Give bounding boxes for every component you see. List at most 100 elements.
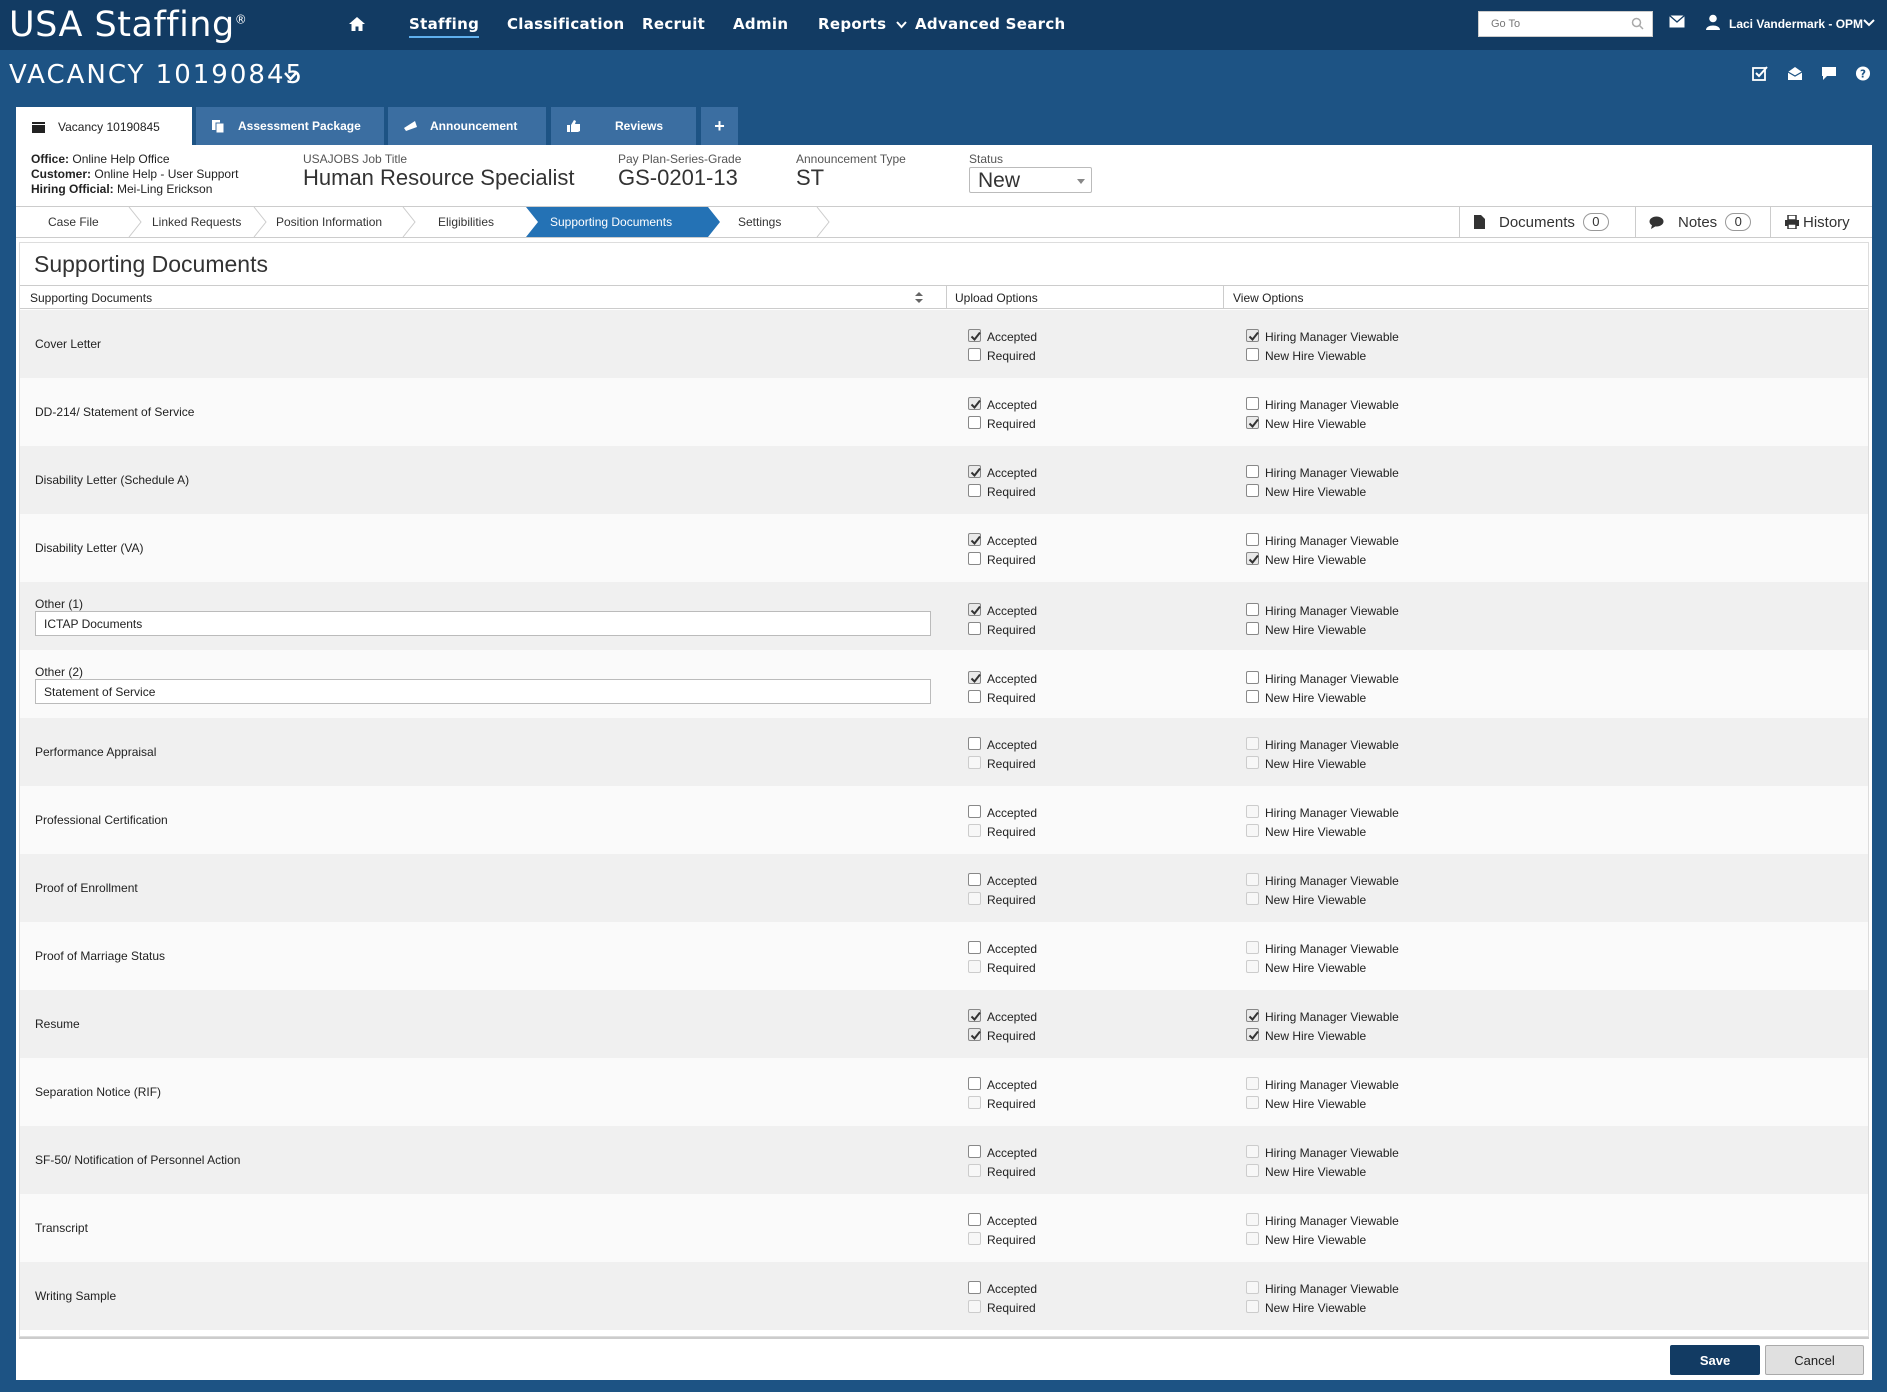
step-case-file[interactable]: Case File bbox=[48, 207, 99, 237]
accepted-checkbox[interactable] bbox=[968, 465, 981, 478]
tab-reviews-label: Reviews bbox=[615, 119, 664, 133]
accepted-checkbox[interactable] bbox=[968, 1009, 981, 1022]
comment-icon[interactable] bbox=[1821, 66, 1837, 81]
hiring-manager-viewable-label: Hiring Manager Viewable bbox=[1265, 1078, 1399, 1092]
chevron-down-icon[interactable] bbox=[1863, 19, 1875, 27]
column-divider bbox=[1223, 286, 1224, 309]
step-linked-requests[interactable]: Linked Requests bbox=[152, 207, 241, 237]
accepted-label: Accepted bbox=[987, 738, 1038, 752]
brand-logo[interactable]: USA Staffing® bbox=[0, 5, 330, 45]
document-name: Disability Letter (VA) bbox=[35, 541, 144, 555]
accepted-checkbox[interactable] bbox=[968, 329, 981, 342]
hiring-manager-viewable-checkbox[interactable] bbox=[1246, 397, 1259, 410]
accepted-checkbox[interactable] bbox=[968, 603, 981, 616]
new-hire-viewable-checkbox[interactable] bbox=[1246, 690, 1259, 703]
accepted-checkbox[interactable] bbox=[968, 533, 981, 546]
col-header-supporting-documents[interactable]: Supporting Documents bbox=[30, 291, 152, 305]
step-separator bbox=[128, 207, 142, 237]
history-button[interactable]: History bbox=[1770, 207, 1872, 237]
accepted-checkbox[interactable] bbox=[968, 737, 981, 750]
notes-button[interactable]: Notes 0 bbox=[1635, 207, 1770, 237]
task-checkbox-icon[interactable] bbox=[1752, 66, 1768, 81]
table-row: Other (1) ICTAP Documents Accepted Required… bbox=[20, 582, 1868, 652]
hiring-manager-viewable-checkbox[interactable] bbox=[1246, 465, 1259, 478]
documents-button[interactable]: Documents 0 bbox=[1459, 207, 1635, 237]
new-hire-viewable-checkbox[interactable] bbox=[1246, 348, 1259, 361]
status-select[interactable]: New bbox=[969, 167, 1092, 193]
nav-admin[interactable]: Admin bbox=[733, 15, 788, 33]
required-label: Required bbox=[987, 757, 1036, 771]
hiring-manager-viewable-checkbox bbox=[1246, 1077, 1259, 1090]
step-position-information[interactable]: Position Information bbox=[276, 207, 382, 237]
search-icon[interactable] bbox=[1631, 17, 1644, 30]
accepted-checkbox[interactable] bbox=[968, 873, 981, 886]
user-name[interactable]: Laci Vandermark - OPM bbox=[1729, 17, 1863, 31]
accepted-checkbox[interactable] bbox=[968, 671, 981, 684]
table-row: Disability Letter (Schedule A) Accepted Re… bbox=[20, 446, 1868, 514]
new-hire-viewable-checkbox[interactable] bbox=[1246, 552, 1259, 565]
hiring-manager-viewable-checkbox[interactable] bbox=[1246, 603, 1259, 616]
hiring-manager-viewable-checkbox bbox=[1246, 941, 1259, 954]
mail-icon[interactable] bbox=[1669, 15, 1685, 28]
tab-announcement[interactable]: Announcement bbox=[388, 107, 546, 145]
required-checkbox[interactable] bbox=[968, 1028, 981, 1041]
accepted-checkbox[interactable] bbox=[968, 1077, 981, 1090]
required-checkbox bbox=[968, 824, 981, 837]
required-checkbox bbox=[968, 1164, 981, 1177]
step-settings[interactable]: Settings bbox=[738, 207, 781, 237]
required-checkbox[interactable] bbox=[968, 552, 981, 565]
sort-icon[interactable] bbox=[915, 292, 923, 303]
home-icon[interactable] bbox=[348, 15, 366, 33]
cancel-button[interactable]: Cancel bbox=[1765, 1345, 1864, 1375]
new-hire-viewable-checkbox[interactable] bbox=[1246, 1028, 1259, 1041]
tab-assessment-package[interactable]: Assessment Package bbox=[196, 107, 384, 145]
required-checkbox bbox=[968, 1232, 981, 1245]
accepted-checkbox[interactable] bbox=[968, 397, 981, 410]
chevron-down-icon[interactable] bbox=[284, 72, 297, 81]
new-hire-viewable-checkbox[interactable] bbox=[1246, 484, 1259, 497]
hiring-manager-viewable-label: Hiring Manager Viewable bbox=[1265, 604, 1399, 618]
hiring-manager-viewable-checkbox[interactable] bbox=[1246, 671, 1259, 684]
document-name: SF-50/ Notification of Personnel Action bbox=[35, 1153, 241, 1167]
hiring-manager-viewable-checkbox[interactable] bbox=[1246, 533, 1259, 546]
nav-advanced-search[interactable]: Advanced Search bbox=[915, 15, 1066, 33]
tab-reviews[interactable]: Reviews bbox=[551, 107, 696, 145]
new-hire-viewable-checkbox[interactable] bbox=[1246, 416, 1259, 429]
new-hire-viewable-label: New Hire Viewable bbox=[1265, 417, 1367, 431]
history-label: History bbox=[1803, 213, 1850, 231]
accepted-checkbox[interactable] bbox=[968, 941, 981, 954]
user-icon[interactable] bbox=[1706, 14, 1720, 30]
inbox-icon[interactable] bbox=[1787, 66, 1803, 81]
step-eligibilities[interactable]: Eligibilities bbox=[438, 207, 494, 237]
required-checkbox[interactable] bbox=[968, 348, 981, 361]
new-hire-viewable-checkbox[interactable] bbox=[1246, 622, 1259, 635]
tab-vacancy[interactable]: Vacancy 10190845 bbox=[16, 107, 192, 147]
nav-staffing[interactable]: Staffing bbox=[409, 15, 480, 38]
nav-recruit[interactable]: Recruit bbox=[642, 15, 705, 33]
required-checkbox[interactable] bbox=[968, 416, 981, 429]
nav-classification[interactable]: Classification bbox=[507, 15, 624, 33]
step-supporting-documents[interactable]: Supporting Documents bbox=[526, 207, 720, 237]
accepted-checkbox[interactable] bbox=[968, 1281, 981, 1294]
hiring-manager-viewable-checkbox[interactable] bbox=[1246, 1009, 1259, 1022]
help-icon[interactable]: ? bbox=[1855, 66, 1871, 81]
hiring-manager-viewable-checkbox[interactable] bbox=[1246, 329, 1259, 342]
required-checkbox[interactable] bbox=[968, 622, 981, 635]
hiring-manager-viewable-checkbox bbox=[1246, 873, 1259, 886]
goto-search-input[interactable]: Go To bbox=[1478, 11, 1653, 37]
required-checkbox[interactable] bbox=[968, 690, 981, 703]
save-button[interactable]: Save bbox=[1670, 1345, 1760, 1375]
accepted-checkbox[interactable] bbox=[968, 805, 981, 818]
accepted-checkbox[interactable] bbox=[968, 1145, 981, 1158]
document-name: Transcript bbox=[35, 1221, 88, 1235]
table-row: Professional Certification Accepted Requir… bbox=[20, 786, 1868, 854]
nav-reports[interactable]: Reports bbox=[818, 15, 907, 33]
other-document-input[interactable]: ICTAP Documents bbox=[35, 611, 931, 636]
required-label: Required bbox=[987, 485, 1036, 499]
add-tab-button[interactable]: + bbox=[701, 107, 738, 145]
accepted-checkbox[interactable] bbox=[968, 1213, 981, 1226]
accepted-label: Accepted bbox=[987, 1214, 1038, 1228]
svg-text:?: ? bbox=[1860, 68, 1866, 80]
required-checkbox[interactable] bbox=[968, 484, 981, 497]
other-document-input[interactable]: Statement of Service bbox=[35, 679, 931, 704]
